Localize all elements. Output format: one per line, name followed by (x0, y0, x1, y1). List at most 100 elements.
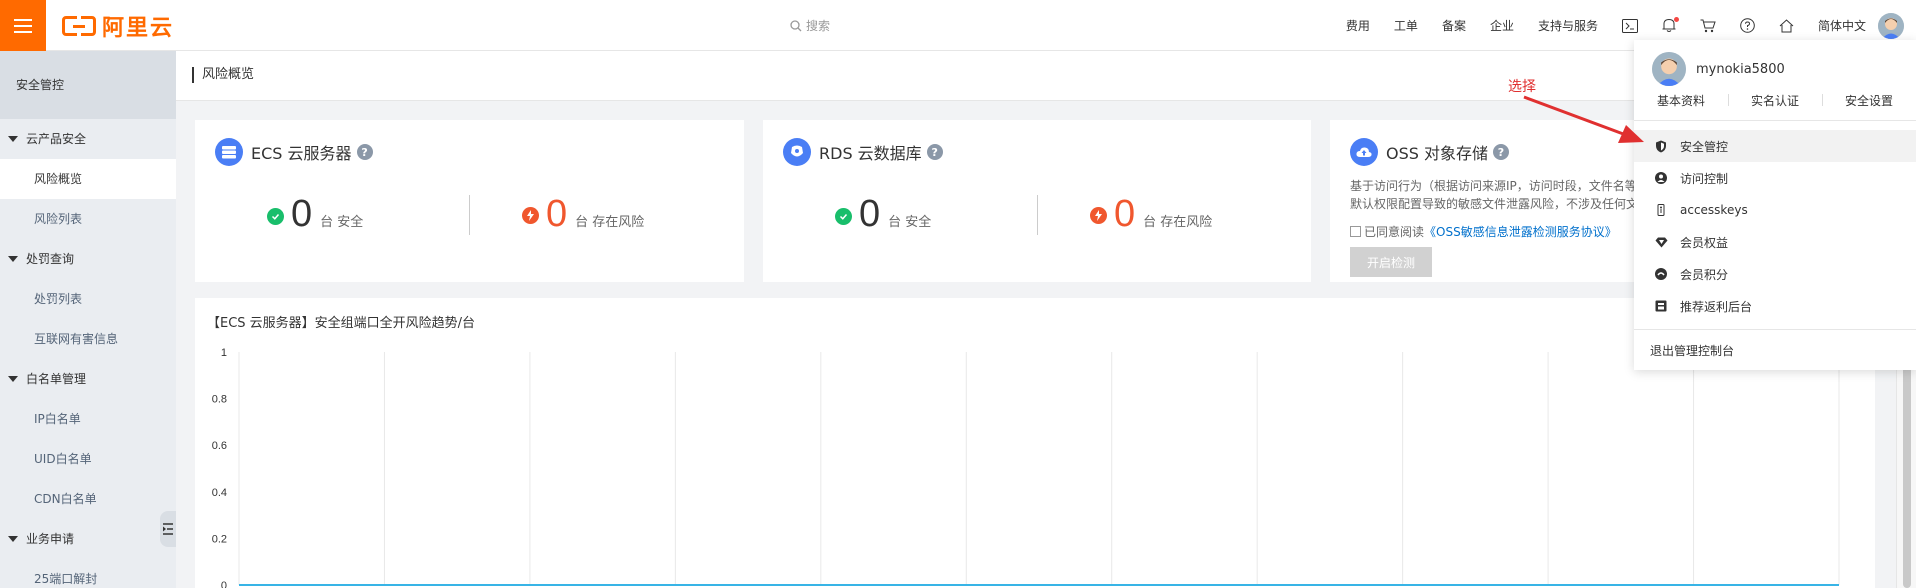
rds-risk-label: 台 存在风险 (1143, 215, 1213, 230)
sidebar-item-risk-list[interactable]: 风险列表 (0, 199, 176, 239)
sidebar-item-harmful-info[interactable]: 互联网有害信息 (0, 319, 176, 359)
rds-card-title: RDS 云数据库 (819, 144, 922, 163)
sidebar: 安全管控 云产品安全 风险概览 风险列表 处罚查询 处罚列表 互联网有害信息 白… (0, 51, 176, 588)
ecs-help-icon[interactable]: ? (356, 144, 373, 160)
trend-chart: 1 0.8 0.6 0.4 0.2 0 (212, 347, 1840, 588)
ecs-divider (469, 195, 470, 235)
nav-icp[interactable]: 备案 (1442, 17, 1466, 34)
rds-risk-count: 0 (1114, 193, 1136, 235)
menu-button[interactable] (0, 0, 46, 51)
link-basic-info[interactable]: 基本资料 (1634, 92, 1728, 109)
nav-tickets[interactable]: 工单 (1394, 17, 1418, 34)
points-icon (1654, 267, 1668, 281)
dropdown-user: mynokia5800 (1652, 52, 1785, 86)
ecs-safe-label: 台 安全 (320, 215, 364, 230)
agree-checkbox[interactable] (1350, 226, 1361, 237)
chart-ytick-label: 0 (221, 580, 227, 588)
ecs-card-title: ECS 云服务器 (251, 144, 352, 163)
ecs-safe-stat: 0 台 安全 (267, 194, 363, 234)
dropdown-item-member-rights[interactable]: 会员权益 (1634, 226, 1916, 258)
logo-mark-icon (62, 16, 96, 36)
logout-link[interactable]: 退出管理控制台 (1650, 342, 1734, 359)
sidebar-item-cdn-whitelist[interactable]: CDN白名单 (0, 479, 176, 519)
user-circle-icon (1654, 171, 1668, 185)
risk-bolt-icon (1090, 207, 1107, 224)
rds-divider (1037, 195, 1038, 235)
oss-card: OSS 对象存储 ? 基于访问行为（根据访问来源IP，访问时段，文件名等 默认权… (1330, 120, 1634, 282)
chart-ytick-label: 0.4 (212, 487, 227, 499)
cloud-storage-icon (1350, 138, 1378, 166)
oss-description: 基于访问行为（根据访问来源IP，访问时段，文件名等 默认权限配置导致的敏感文件泄… (1350, 177, 1634, 213)
sidebar-collapse-handle[interactable] (160, 511, 176, 547)
sidebar-title: 安全管控 (0, 51, 176, 119)
nav-enterprise[interactable]: 企业 (1490, 17, 1514, 34)
risk-bolt-icon (522, 207, 539, 224)
oss-desc-line-1: 基于访问行为（根据访问来源IP，访问时段，文件名等 (1350, 179, 1634, 193)
aliyun-logo[interactable]: 阿里云 (62, 13, 175, 41)
ecs-safe-count: 0 (291, 193, 313, 235)
help-icon[interactable] (1740, 18, 1755, 33)
start-detection-button[interactable]: 开启检测 (1350, 247, 1432, 277)
safe-shield-icon (267, 208, 284, 225)
oss-card-title: OSS 对象存储 (1386, 144, 1488, 163)
language-switch[interactable]: 简体中文 (1818, 17, 1866, 34)
chart-ytick-label: 1 (221, 347, 227, 359)
search-icon (790, 19, 802, 31)
hamburger-icon (14, 24, 32, 27)
sidebar-group-business[interactable]: 业务申请 (0, 519, 176, 559)
server-icon (215, 138, 243, 166)
dropdown-item-label: 安全管控 (1680, 139, 1729, 154)
dropdown-item-access-control[interactable]: 访问控制 (1634, 162, 1916, 194)
sidebar-group-penalty[interactable]: 处罚查询 (0, 239, 176, 279)
logo-text: 阿里云 (102, 16, 175, 41)
scrollbar-thumb[interactable] (1903, 351, 1911, 588)
dropdown-avatar (1652, 52, 1686, 86)
search-placeholder: 搜索 (806, 19, 831, 33)
agreement-link[interactable]: 《OSS敏感信息泄露检测服务协议》 (1424, 223, 1617, 240)
trend-chart-card: 【ECS 云服务器】安全组端口全开风险趋势/台 1 0.8 0.6 0.4 0.2 0 (195, 298, 1875, 588)
dropdown-links: 基本资料 实名认证 安全设置 (1634, 92, 1916, 109)
annotation-text: 选择 (1508, 79, 1536, 95)
ecs-risk-count: 0 (546, 193, 568, 235)
sidebar-item-risk-overview[interactable]: 风险概览 (0, 159, 176, 199)
top-bar: 阿里云 搜索 费用 工单 备案 企业 支持与服务 简体中文 (0, 0, 1916, 51)
dropdown-item-referral[interactable]: 推荐返利后台 (1634, 290, 1916, 322)
page-title: 风险概览 (192, 67, 254, 83)
nav-support[interactable]: 支持与服务 (1538, 17, 1598, 34)
link-security-settings[interactable]: 安全设置 (1822, 92, 1916, 109)
rds-safe-label: 台 安全 (888, 215, 932, 230)
chart-ytick-label: 0.8 (212, 394, 227, 406)
safe-shield-icon (835, 208, 852, 225)
nav-billing[interactable]: 费用 (1346, 17, 1370, 34)
database-icon (783, 138, 811, 166)
dropdown-divider (1634, 329, 1916, 330)
avatar[interactable] (1878, 13, 1904, 39)
sidebar-item-ip-whitelist[interactable]: IP白名单 (0, 399, 176, 439)
sidebar-item-port25[interactable]: 25端口解封 (0, 559, 176, 588)
terminal-icon[interactable] (1621, 18, 1638, 33)
rds-safe-count: 0 (859, 193, 881, 235)
oss-help-icon[interactable]: ? (1493, 144, 1509, 160)
bell-icon[interactable] (1662, 17, 1679, 33)
sidebar-group-whitelist[interactable]: 白名单管理 (0, 359, 176, 399)
sidebar-item-uid-whitelist[interactable]: UID白名单 (0, 439, 176, 479)
sidebar-group-cloud-security[interactable]: 云产品安全 (0, 119, 176, 159)
link-real-name[interactable]: 实名认证 (1728, 92, 1822, 109)
sidebar-item-penalty-list[interactable]: 处罚列表 (0, 279, 176, 319)
rds-help-icon[interactable]: ? (926, 144, 943, 160)
home-icon[interactable] (1779, 18, 1794, 33)
dropdown-item-member-points[interactable]: 会员积分 (1634, 258, 1916, 290)
user-dropdown: mynokia5800 基本资料 实名认证 安全设置 安全管控 访问控制 acc… (1634, 40, 1916, 370)
diamond-icon (1654, 235, 1668, 249)
collapse-icon (163, 523, 173, 535)
dropdown-item-label: 会员权益 (1680, 235, 1729, 250)
oss-desc-line-2: 默认权限配置导致的敏感文件泄露风险，不涉及任何文 (1350, 197, 1634, 211)
oss-agreement: 已同意阅读 《OSS敏感信息泄露检测服务协议》 (1350, 223, 1617, 240)
dropdown-item-accesskeys[interactable]: accesskeys (1634, 194, 1916, 226)
search-box[interactable]: 搜索 (790, 17, 830, 34)
rds-card: RDS 云数据库 ? 0 台 安全 0 台 存在风险 (763, 120, 1311, 282)
agree-prefix: 已同意阅读 (1364, 225, 1425, 239)
dropdown-item-security-control[interactable]: 安全管控 (1634, 130, 1916, 162)
cart-icon[interactable] (1700, 19, 1716, 33)
ecs-risk-stat: 0 台 存在风险 (522, 194, 644, 234)
